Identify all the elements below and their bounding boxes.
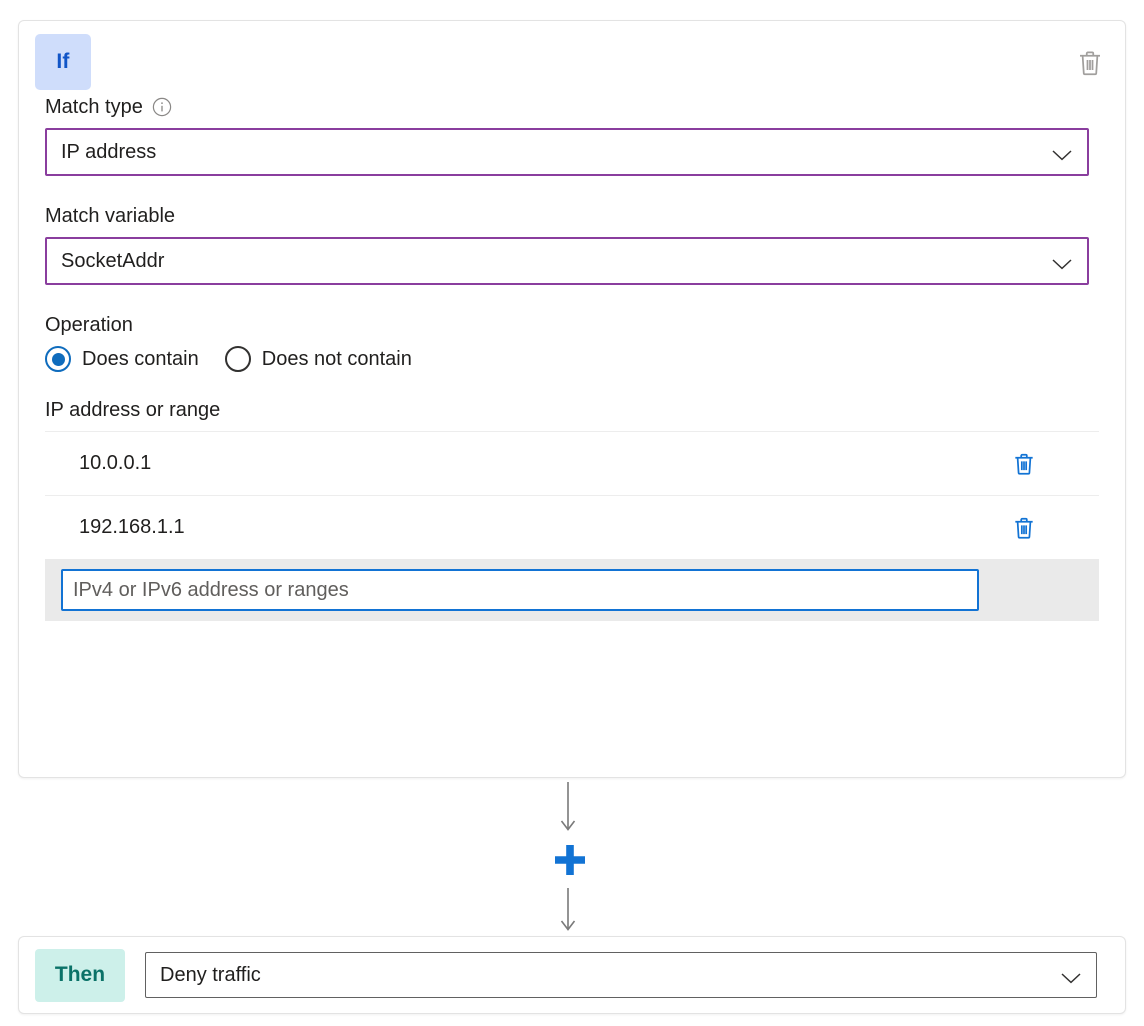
new-ip-row bbox=[45, 559, 1099, 621]
radio-does-contain-label: Does contain bbox=[82, 347, 199, 370]
radio-does-not-contain-label: Does not contain bbox=[261, 347, 412, 370]
operation-label: Operation bbox=[45, 314, 133, 336]
ip-value: 192.168.1.1 bbox=[79, 516, 185, 538]
chevron-down-icon bbox=[1051, 145, 1073, 161]
ip-value: 10.0.0.1 bbox=[79, 452, 152, 474]
then-badge: Then bbox=[35, 948, 125, 1002]
match-variable-label: Match variable bbox=[45, 205, 176, 227]
match-type-label: Match type bbox=[45, 96, 143, 118]
match-type-select[interactable]: IP address bbox=[45, 128, 1089, 176]
chevron-down-icon bbox=[1060, 968, 1082, 984]
chevron-down-icon bbox=[1051, 254, 1073, 270]
arrow-down-icon bbox=[560, 782, 576, 831]
if-card-header: If bbox=[19, 21, 1125, 95]
plus-icon bbox=[555, 845, 585, 875]
radio-does-contain[interactable]: Does contain bbox=[45, 346, 199, 372]
then-action-select[interactable]: Deny traffic bbox=[145, 952, 1097, 998]
match-type-value: IP address bbox=[61, 140, 157, 163]
match-variable-value: SocketAddr bbox=[61, 249, 165, 272]
waf-custom-rule-editor: If Match type IP address Match variable … bbox=[0, 0, 1144, 1026]
if-card-body: Match type IP address Match variable Soc… bbox=[19, 95, 1125, 621]
arrow-down-icon bbox=[560, 888, 576, 931]
delete-condition-button[interactable] bbox=[1075, 47, 1105, 79]
trash-icon bbox=[1080, 51, 1100, 76]
radio-unselected-icon bbox=[224, 346, 251, 372]
ip-address-input[interactable] bbox=[61, 569, 979, 611]
match-variable-select[interactable]: SocketAddr bbox=[45, 237, 1089, 285]
trash-icon bbox=[1015, 453, 1033, 475]
info-icon[interactable] bbox=[152, 97, 172, 117]
table-row: 192.168.1.1 bbox=[45, 495, 1099, 559]
operation-radio-group: Does contain Does not contain bbox=[45, 346, 1099, 372]
if-condition-card: If Match type IP address Match variable … bbox=[18, 20, 1126, 778]
ip-address-list: 10.0.0.1 192.168.1.1 bbox=[45, 431, 1099, 621]
radio-does-not-contain[interactable]: Does not contain bbox=[224, 346, 412, 372]
table-row: 10.0.0.1 bbox=[45, 431, 1099, 495]
then-action-value: Deny traffic bbox=[160, 963, 261, 986]
add-condition-button[interactable] bbox=[550, 840, 590, 880]
if-badge: If bbox=[35, 34, 91, 90]
match-type-label-row: Match type bbox=[45, 95, 1099, 119]
delete-ip-button[interactable] bbox=[1011, 450, 1037, 478]
radio-selected-icon bbox=[45, 346, 71, 372]
delete-ip-button[interactable] bbox=[1011, 514, 1037, 542]
rule-connector bbox=[0, 778, 1144, 936]
then-action-card: Then Deny traffic bbox=[18, 936, 1126, 1014]
ip-section-label: IP address or range bbox=[45, 399, 221, 421]
trash-icon bbox=[1015, 517, 1033, 539]
